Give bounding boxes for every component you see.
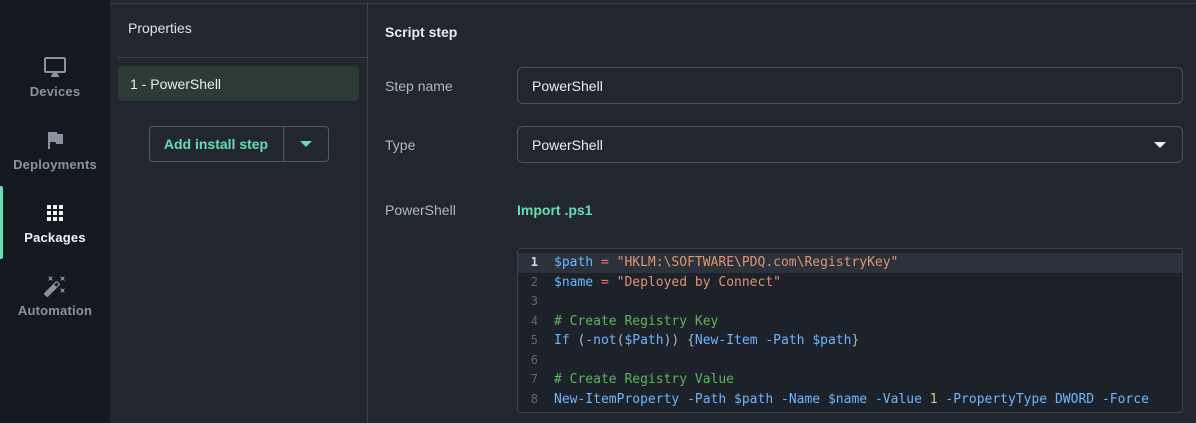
- properties-title: Properties: [128, 20, 192, 36]
- packages-icon: [43, 201, 67, 225]
- install-step-item[interactable]: 1 - PowerShell: [118, 66, 359, 101]
- sidebar-item-label: Automation: [17, 303, 93, 318]
- line-number: 3: [530, 294, 538, 308]
- add-step-dropdown-toggle[interactable]: [284, 127, 328, 161]
- sidebar-item-devices[interactable]: Devices: [0, 40, 110, 113]
- line-number: 2: [530, 274, 538, 289]
- code-line[interactable]: 5 If (-not($Path)) {New-Item -Path $path}: [518, 331, 1182, 351]
- script-step-form: Script step Step name Type PowerShell Po…: [368, 4, 1196, 423]
- code-line[interactable]: 4 # Create Registry Key: [518, 312, 1182, 332]
- code-line[interactable]: 6: [518, 351, 1182, 371]
- code-line[interactable]: 1 $path = "HKLM:\SOFTWARE\PDQ.com\Registr…: [518, 253, 1182, 273]
- type-select-value: PowerShell: [532, 136, 603, 153]
- code-editor-lines: 1 $path = "HKLM:\SOFTWARE\PDQ.com\Registr…: [518, 253, 1182, 409]
- code-line[interactable]: 7 # Create Registry Value: [518, 370, 1182, 390]
- devices-icon: [43, 55, 67, 79]
- code-text: $path = "HKLM:\SOFTWARE\PDQ.com\Registry…: [554, 255, 899, 270]
- editor-row: 1 $path = "HKLM:\SOFTWARE\PDQ.com\Registr…: [385, 248, 1183, 413]
- powershell-label: PowerShell: [385, 202, 456, 218]
- code-line[interactable]: 3: [518, 292, 1182, 312]
- code-line[interactable]: 2 $name = "Deployed by Connect": [518, 273, 1182, 293]
- code-editor[interactable]: 1 $path = "HKLM:\SOFTWARE\PDQ.com\Registr…: [517, 248, 1183, 413]
- import-ps1-link[interactable]: Import .ps1: [517, 202, 592, 218]
- code-line[interactable]: 8 New-ItemProperty -Path $path -Name $nam…: [518, 390, 1182, 410]
- code-text: # Create Registry Key: [554, 313, 719, 329]
- select-caret-icon: [1154, 141, 1166, 148]
- code-text: # Create Registry Value: [554, 372, 735, 387]
- type-label: Type: [385, 136, 416, 153]
- line-number: 8: [530, 391, 538, 406]
- code-text: If (-not($Path)) {New-Item -Path $path}: [554, 333, 860, 348]
- editor-spacer: [385, 248, 517, 413]
- sidebar-item-label: Devices: [29, 84, 81, 99]
- install-step-label: 1 - PowerShell: [130, 75, 222, 92]
- properties-panel: Properties 1 - PowerShell Add install st…: [110, 4, 368, 423]
- step-name-input[interactable]: [517, 67, 1183, 104]
- line-number: 1: [530, 255, 538, 269]
- sidebar-item-label: Packages: [24, 230, 86, 245]
- add-install-step-button[interactable]: Add install step: [148, 126, 329, 162]
- line-number: 6: [530, 352, 538, 367]
- content-area: Properties 1 - PowerShell Add install st…: [110, 3, 1196, 423]
- code-text: New-ItemProperty -Path $path -Name $name…: [554, 391, 1149, 407]
- add-install-step-label[interactable]: Add install step: [150, 127, 283, 161]
- sidebar-item-packages[interactable]: Packages: [0, 186, 110, 259]
- step-name-row: Step name: [385, 67, 1183, 104]
- sidebar-item-deployments[interactable]: Deployments: [0, 113, 110, 186]
- line-number: 7: [530, 372, 538, 386]
- deployments-icon: [43, 128, 67, 152]
- chevron-down-icon: [299, 141, 312, 147]
- type-row: Type PowerShell: [385, 126, 1183, 163]
- automation-icon: [43, 274, 67, 298]
- page-title: Script step: [385, 24, 458, 40]
- type-select[interactable]: PowerShell: [517, 126, 1183, 163]
- sidebar: Devices Deployments Packages Automation: [0, 0, 110, 423]
- line-number: 5: [530, 333, 538, 347]
- sidebar-item-automation[interactable]: Automation: [0, 259, 110, 332]
- sidebar-item-label: Deployments: [13, 157, 97, 172]
- powershell-row: PowerShell Import .ps1: [385, 202, 1183, 218]
- step-name-label: Step name: [385, 77, 453, 94]
- code-text: $name = "Deployed by Connect": [554, 274, 781, 290]
- line-number: 4: [530, 313, 538, 328]
- properties-divider: [118, 57, 367, 58]
